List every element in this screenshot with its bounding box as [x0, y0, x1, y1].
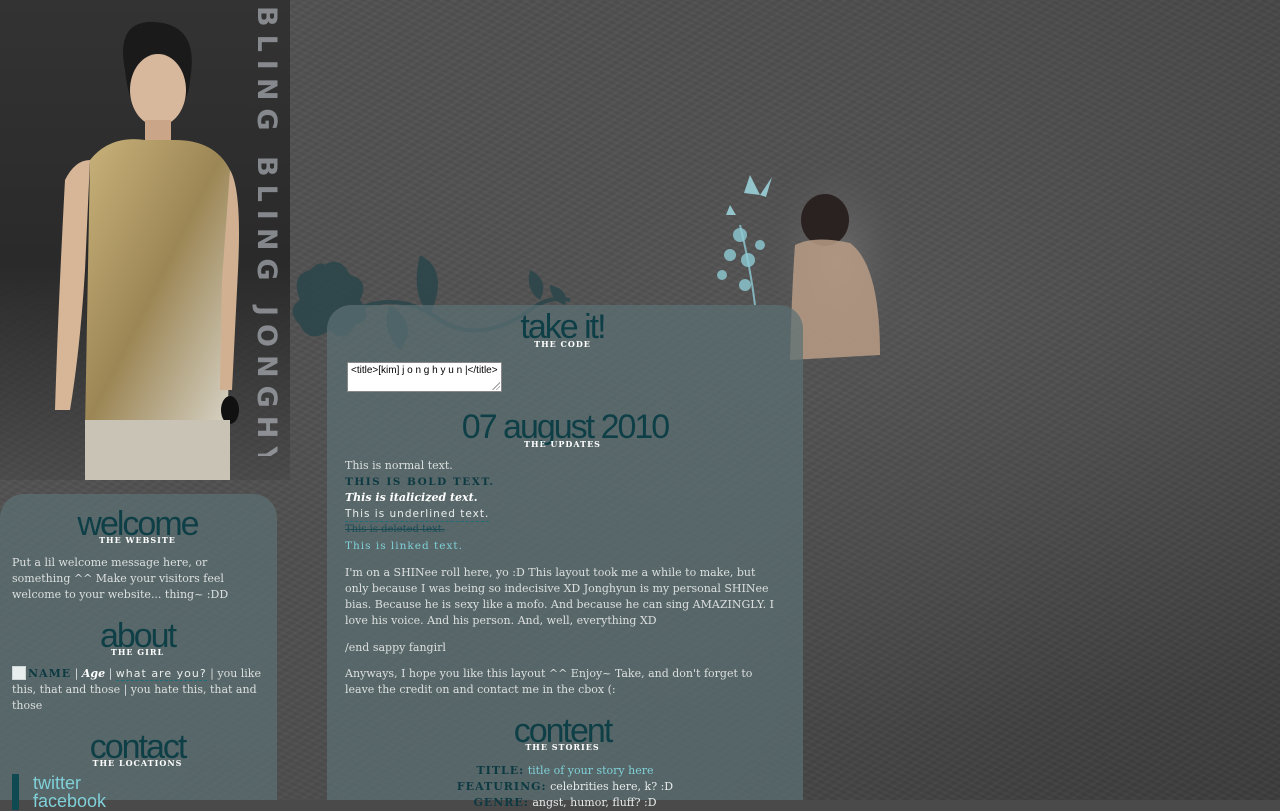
facebook-link[interactable]: facebook [33, 792, 106, 810]
story-featuring-row: FEATURING: celebrities here, k? :D [327, 779, 803, 794]
story-title-row: TITLE: title of your story here [327, 763, 803, 778]
about-name: NAME [28, 667, 72, 680]
story-genre-row: GENRE: angst, humor, fluff? :D [327, 795, 803, 810]
update-paragraph-1: I'm on a SHINee roll here, yo :D This la… [345, 566, 775, 627]
about-age: Age [81, 667, 106, 680]
update-paragraph-2: /end sappy fangirl [345, 641, 446, 654]
story-featuring-label: FEATURING: [456, 780, 547, 793]
story-genre-value: angst, humor, fluff? :D [532, 796, 657, 809]
update-paragraph-3: Anyways, I hope you like this layout ^^ … [345, 667, 753, 696]
underlined-text-sample: This is underlined text. [345, 508, 490, 522]
contact-subheading: THE LOCATIONS [92, 758, 183, 768]
story-featuring-value: celebrities here, k? :D [550, 780, 674, 793]
normal-text-sample: This is normal text. [345, 459, 453, 472]
story-genre-label: GENRE: [473, 796, 529, 809]
deleted-text-sample: This is deleted text. [345, 524, 445, 535]
code-subheading: THE CODE [534, 339, 591, 349]
welcome-subheading: THE WEBSITE [99, 535, 176, 545]
about-separator: | [105, 667, 116, 680]
story-title-label: TITLE: [476, 764, 525, 777]
header-photo-left: BLING BLING JONGHYUN [0, 0, 290, 480]
content-subheading: THE STORIES [525, 742, 600, 752]
welcome-message: Put a lil welcome message here, or somet… [12, 556, 229, 601]
about-what-are-you: what are you? [115, 667, 207, 681]
code-textarea[interactable]: <title>[kim] j o n g h y u n |</title> [347, 362, 502, 392]
about-separator: | [71, 667, 82, 680]
twitter-link[interactable]: twitter [33, 774, 106, 792]
bling-jonghyun-vertical-text: BLING BLING JONGHYUN [251, 6, 282, 456]
updates-subheading: THE UPDATES [524, 439, 601, 449]
bold-text-sample: THIS IS BOLD TEXT. [345, 476, 495, 488]
story-title-link[interactable]: title of your story here [528, 764, 654, 777]
about-details: NAME | Age | what are you? | you like th… [12, 666, 267, 714]
contact-links: twitter facebook [12, 774, 106, 810]
italic-text-sample: This is italicized text. [345, 491, 478, 504]
linked-text-sample[interactable]: This is linked text. [345, 539, 463, 553]
broken-image-icon [12, 666, 26, 680]
code-text: <title>[kim] j o n g h y u n |</title> [351, 365, 498, 376]
about-subheading: THE GIRL [110, 647, 165, 657]
resize-grip-icon[interactable] [492, 382, 500, 390]
singer-figure-illustration [55, 21, 239, 480]
